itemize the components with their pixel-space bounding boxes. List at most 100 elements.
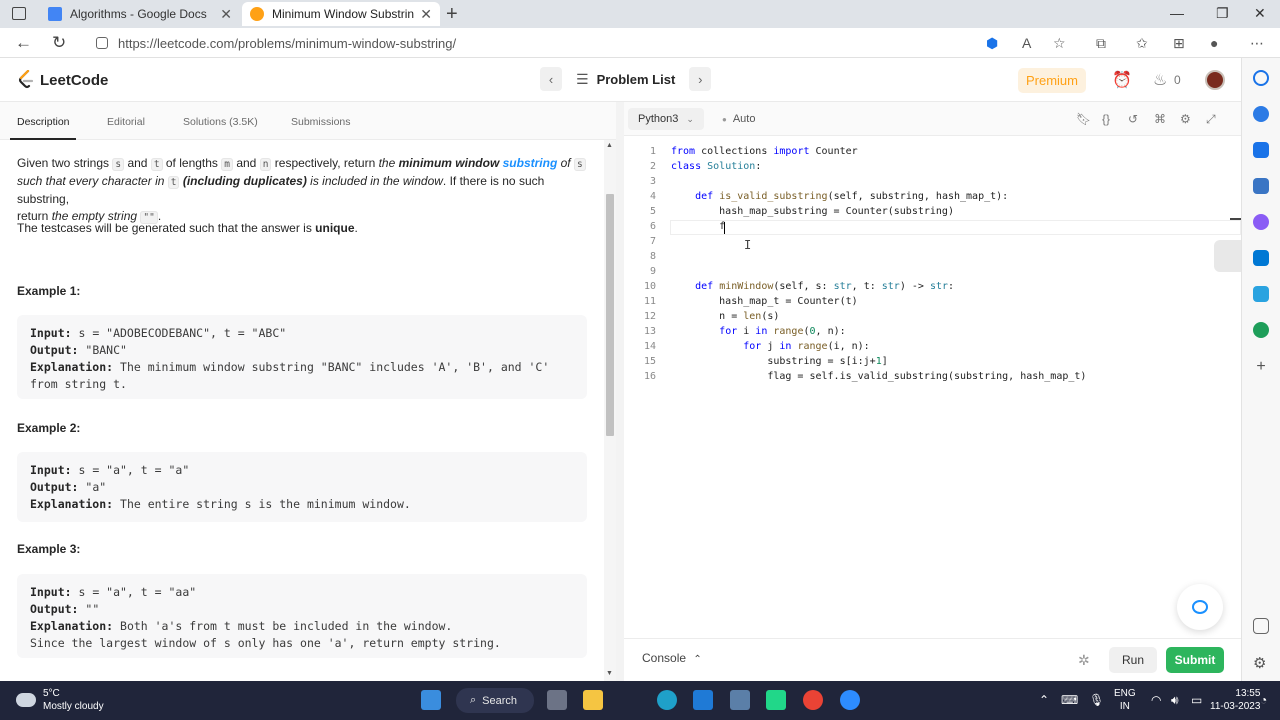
windows-start-icon[interactable] [421,690,441,710]
close-icon[interactable]: ✕ [220,6,232,23]
back-icon[interactable]: ← [15,33,32,53]
profile-icon[interactable]: ● [1210,35,1218,51]
chevron-up-icon[interactable]: ⌃ [1039,693,1049,707]
chevron-down-icon: ⌄ [686,113,694,124]
close-icon[interactable]: ✕ [420,6,432,23]
outlook-icon[interactable] [1253,250,1269,266]
code-line: f [671,221,726,232]
notes-tab-button[interactable] [1214,240,1241,272]
example-2-heading: Example 2: [17,421,81,435]
read-aloud-icon[interactable]: A [1022,35,1031,51]
settings-icon[interactable]: ⚙ [1253,654,1269,672]
minimize-icon[interactable]: — [1170,5,1184,21]
microphone-icon[interactable]: 🎙︎ [1089,693,1104,707]
line-number: 12 [643,311,656,322]
pycharm-icon[interactable] [766,690,786,710]
overview-ruler-mark [1230,218,1241,220]
browser-tab-google-docs[interactable]: Algorithms - Google Docs ✕ [40,2,240,26]
shield-icon[interactable]: ⬢ [986,35,998,52]
send-icon[interactable] [1253,286,1269,302]
task-view-icon[interactable] [547,690,567,710]
leetcode-logo[interactable]: LeetCode [18,69,108,90]
volume-icon[interactable]: 🔊︎ [1171,693,1179,708]
settings-icon[interactable]: ⚙ [1180,112,1191,126]
notifications-icon[interactable]: ◔ [1260,693,1267,707]
more-menu-icon[interactable]: ⋯ [1250,35,1264,52]
collections-icon[interactable]: ⊞ [1173,35,1185,52]
bing-icon[interactable] [1253,106,1269,122]
weather-widget[interactable]: 5°C Mostly cloudy [16,687,104,713]
chevron-up-icon: ⌃ [693,654,702,665]
line-number: 9 [649,266,656,277]
shortcuts-icon[interactable]: ⌘ [1154,112,1166,126]
reset-icon[interactable]: ↺ [1128,112,1138,126]
battery-icon[interactable]: ▭ [1191,693,1202,707]
scroll-up-icon[interactable]: ▲ [606,142,613,149]
line-number: 4 [649,191,656,202]
taskbar-search[interactable]: ⌕ Search [456,688,534,713]
chat-feedback-button[interactable] [1177,584,1223,630]
example-3-box: Input: s = "a", t = "aa" Output: "" Expl… [17,574,587,658]
tab-actions-icon[interactable] [12,7,26,20]
substring-link[interactable]: substring [503,156,558,170]
tab-submissions[interactable]: Submissions [291,116,351,128]
example-1-heading: Example 1: [17,284,81,298]
premium-button[interactable]: Premium [1018,68,1086,93]
file-explorer-icon[interactable] [583,690,603,710]
tree-icon[interactable] [1253,322,1269,338]
console-toggle[interactable]: Console ⌃ [642,651,702,665]
scrollbar-thumb[interactable] [606,194,614,436]
code-line: from collections import Counter [671,146,858,157]
autocomplete-mode[interactable]: ● Auto [714,108,763,130]
language-select[interactable]: Python3 ⌄ [628,108,704,130]
bookmark-icon[interactable]: 🔖︎ [1076,112,1091,126]
tab-description[interactable]: Description [17,116,70,128]
close-window-icon[interactable]: ✕ [1254,5,1266,22]
games-icon[interactable] [1253,214,1269,230]
tab-editorial[interactable]: Editorial [107,116,145,128]
search-icon[interactable] [1253,70,1269,86]
scroll-down-icon[interactable]: ▼ [606,670,613,677]
alarm-clock-icon[interactable]: ⏰ [1112,70,1132,90]
zoom-icon[interactable] [840,690,860,710]
problem-nav: ‹ ☰ Problem List › [540,67,712,91]
vscode-icon[interactable] [693,690,713,710]
url-field[interactable]: https://leetcode.com/problems/minimum-wi… [88,32,968,54]
extensions-icon[interactable]: ⧉ [1096,35,1106,52]
debug-icon[interactable]: ✲ [1078,652,1090,669]
fire-streak-icon[interactable]: ♨ [1153,70,1167,90]
briefcase-icon[interactable] [1253,178,1269,194]
next-problem-button[interactable]: › [689,67,712,91]
clock[interactable]: 13:55 11-03-2023 [1210,687,1260,713]
list-icon: ☰ [576,70,589,87]
problem-list-button[interactable]: ☰ Problem List [576,71,675,88]
description-scrollbar[interactable]: ▲ ▼ [604,140,616,681]
braces-icon[interactable]: {} [1102,112,1110,126]
tab-solutions[interactable]: Solutions (3.5K) [183,116,258,128]
cloudy-weather-icon [16,693,36,707]
code-editor[interactable]: 1 2 3 4 5 6 7 8 9 10 11 12 13 14 15 16 f… [624,138,1241,638]
chat-icon [1192,600,1208,614]
sidebar-toggle-icon[interactable] [1253,618,1269,634]
prev-problem-button[interactable]: ‹ [540,67,562,91]
refresh-icon[interactable]: ↻ [52,33,66,53]
submit-button[interactable]: Submit [1166,647,1224,673]
add-icon[interactable]: + [1253,358,1269,375]
avatar[interactable] [1205,70,1225,90]
browser-tab-leetcode[interactable]: Minimum Window Substring - Le ✕ [242,2,440,26]
wifi-icon[interactable]: ◠ [1151,693,1161,707]
favorite-star-icon[interactable]: ☆ [1053,35,1066,52]
edge-browser-icon[interactable] [657,690,677,710]
chrome-icon[interactable] [803,690,823,710]
maximize-icon[interactable]: ❐ [1216,5,1229,22]
new-tab-icon[interactable]: + [446,3,458,26]
photos-icon[interactable] [730,690,750,710]
input-language[interactable]: ENG IN [1114,687,1136,713]
run-button[interactable]: Run [1109,647,1157,673]
fullscreen-icon[interactable]: ⤢ [1206,112,1216,127]
tag-icon[interactable] [1253,142,1269,158]
weather-text: Mostly cloudy [43,701,104,712]
code-line: for i in range(0, n): [719,326,846,337]
favorites-icon[interactable]: ✩ [1136,35,1148,52]
keyboard-icon[interactable]: ⌨ [1061,693,1078,707]
